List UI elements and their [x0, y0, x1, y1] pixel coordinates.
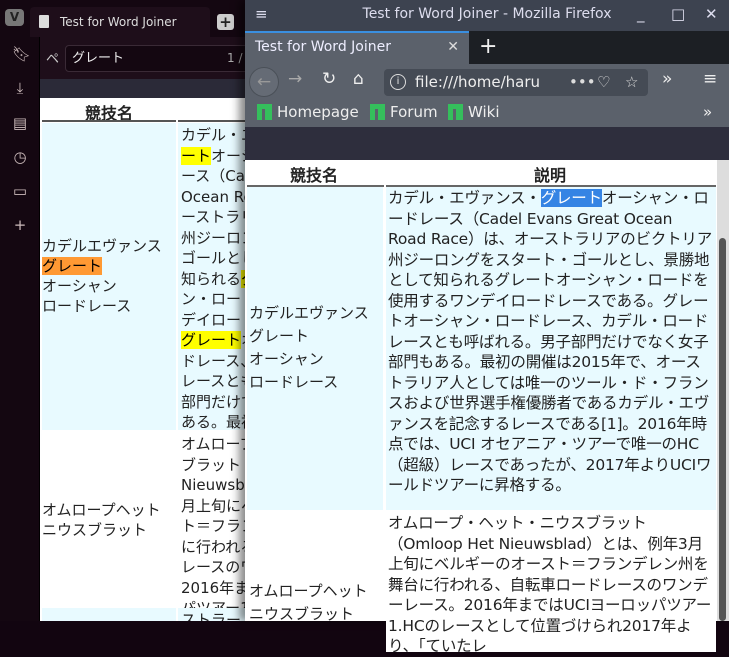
notes-icon[interactable]: ▤ [12, 114, 28, 132]
row-description: オムロープ・ヘット・ニウスブラット（Omloop Het Nieuwsblad）… [386, 512, 716, 655]
reload-button[interactable]: ↻ [322, 69, 336, 89]
find-in-page-bar: ペ グレート 1 / 4 [40, 37, 260, 79]
bookmarks-chevron-icon[interactable]: » [703, 103, 712, 121]
manjaro-icon [448, 104, 463, 120]
new-tab-button[interactable]: + [217, 14, 234, 30]
bookmarks-toolbar: Homepage Forum Wiki » [245, 99, 729, 127]
find-match: グレート [181, 331, 242, 349]
column-header-description: 説明 [534, 166, 567, 185]
minimize-icon[interactable]: _ [637, 0, 645, 29]
firefox-page: 競技名 説明 カデルエヴァンス グレート オーシャン ロードレース カデル・エヴァンス… [245, 160, 717, 655]
forward-button[interactable]: → [288, 69, 302, 89]
tab-title: Test for Word Joiner [60, 15, 177, 29]
tab-strip: Test for Word Joiner ✕ + [245, 31, 729, 64]
row-name: カデルエヴァンス グレート オーシャン ロードレース [249, 304, 369, 391]
info-icon[interactable]: i [390, 74, 406, 90]
bookmark-wiki[interactable]: Wiki [448, 103, 500, 121]
history-icon[interactable]: ◷ [12, 148, 28, 166]
tab-title: Test for Word Joiner [255, 39, 391, 55]
find-input[interactable]: グレート 1 / 4 [65, 45, 260, 72]
manjaro-icon [370, 104, 385, 120]
pocket-icon[interactable]: ♡ [597, 69, 610, 96]
scrollbar-thumb[interactable] [719, 238, 726, 621]
title-bar: ≡ Test for Word Joiner - Mozilla Firefox… [245, 0, 729, 31]
find-current-match: グレート [42, 257, 103, 275]
tab-active[interactable]: Test for Word Joiner ✕ [245, 31, 469, 64]
close-tab-icon[interactable]: ✕ [447, 33, 459, 62]
app-menu-icon[interactable]: ≡ [703, 69, 717, 89]
back-button[interactable]: ← [249, 67, 279, 97]
url-text: file:///home/haru [415, 73, 541, 91]
find-query: グレート [72, 51, 125, 66]
bookmark-star-icon[interactable]: ☆ [625, 69, 638, 96]
vivaldi-page: 競技名 カデルエヴァンスグレートオーシャンロードレース カデル・エヴァンス・グレ… [40, 98, 260, 621]
overflow-chevron-icon[interactable]: » [662, 69, 672, 89]
row-description: カデル・エヴァンス・グレートオーシャン・ロードレース（Cadel Evans G… [386, 187, 716, 510]
maximize-icon[interactable]: □ [671, 0, 685, 29]
document-icon [39, 15, 49, 28]
close-window-icon[interactable]: ✕ [705, 0, 718, 29]
url-bar[interactable]: i file:///home/haru ••• ♡ ☆ [384, 69, 648, 96]
bookmark-forum[interactable]: Forum [370, 103, 438, 121]
column-header-name: 競技名 [290, 166, 339, 185]
scrollbar[interactable] [717, 160, 729, 621]
page-actions-icon[interactable]: ••• [569, 69, 596, 96]
vivaldi-side-panel: 🔖︎ ⤓ ▤ ◷ ▭ + [0, 37, 40, 621]
row-name: オムロープヘット ニウスブラット [42, 501, 161, 539]
vivaldi-window: V Test for Word Joiner + 🔖︎ ⤓ ▤ ◷ ▭ + ペ … [0, 0, 260, 621]
header-divider [42, 120, 176, 122]
vivaldi-menu-button[interactable]: V [5, 9, 24, 26]
add-panel-icon[interactable]: + [12, 216, 28, 234]
window-title: Test for Word Joiner - Mozilla Firefox [362, 6, 612, 22]
vivaldi-tab-bar: V Test for Word Joiner + [0, 0, 260, 37]
download-icon[interactable]: ⤓ [12, 79, 28, 97]
home-button[interactable]: ⌂ [353, 69, 364, 89]
page-top-strip [245, 127, 729, 160]
find-label: ペ [46, 52, 60, 67]
selected-match: グレート [540, 189, 602, 207]
bookmark-homepage[interactable]: Homepage [257, 103, 359, 121]
table-cell [42, 608, 176, 621]
page-top-strip [40, 79, 260, 98]
new-tab-button[interactable]: + [479, 31, 497, 62]
manjaro-icon [257, 104, 272, 120]
navigation-toolbar: ← → ↻ ⌂ i file:///home/haru ••• ♡ ☆ » ≡ [245, 64, 729, 99]
row-name: オムロープヘット ニウスブラット [249, 582, 368, 623]
row-name: カデルエヴァンス グレート オーシャン ロードレース [42, 237, 162, 315]
firefox-window: ≡ Test for Word Joiner - Mozilla Firefox… [245, 0, 729, 655]
window-icon[interactable]: ▭ [12, 182, 28, 200]
bookmark-icon[interactable]: 🔖︎ [12, 45, 31, 63]
window-menu-icon[interactable]: ≡ [255, 0, 268, 29]
vivaldi-tab[interactable]: Test for Word Joiner [30, 7, 210, 37]
